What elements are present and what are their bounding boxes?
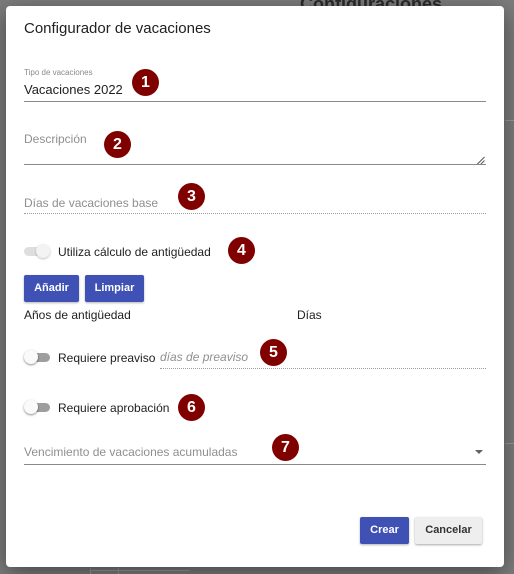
annotation-badge-6: 6 [178, 394, 205, 421]
descripcion-underline [24, 164, 486, 165]
tipo-vacaciones-underline [24, 101, 486, 102]
annotation-badge-2: 2 [104, 131, 131, 158]
cancelar-button[interactable]: Cancelar [415, 517, 482, 544]
aprobacion-toggle-knob [24, 400, 38, 414]
vencimiento-placeholder: Vencimiento de vacaciones acumuladas [24, 445, 238, 459]
vencimiento-underline [24, 464, 486, 465]
backdrop-divider [90, 570, 190, 571]
preaviso-toggle[interactable] [24, 349, 54, 365]
backdrop-divider [118, 568, 119, 574]
dias-vacaciones-base-input[interactable]: Días de vacaciones base [24, 193, 486, 215]
dias-preaviso-input[interactable]: días de preaviso [160, 347, 486, 369]
backdrop-divider [505, 443, 514, 444]
dias-preaviso-placeholder: días de preaviso [160, 350, 249, 364]
annotation-badge-1: 1 [132, 69, 159, 96]
resize-handle-icon[interactable] [476, 152, 485, 165]
antiguedad-label: Utiliza cálculo de antigüedad [58, 245, 211, 259]
tipo-vacaciones-field[interactable]: Tipo de vacaciones Vacaciones 2022 [24, 68, 486, 102]
aprobacion-label: Requiere aprobación [58, 401, 170, 415]
vacation-configurator-dialog: Configurador de vacaciones Tipo de vacac… [6, 6, 504, 567]
column-header-dias: Días [297, 308, 322, 322]
tipo-vacaciones-label: Tipo de vacaciones [24, 68, 93, 77]
backdrop-divider [90, 568, 91, 574]
annotation-badge-4: 4 [228, 237, 255, 264]
tipo-vacaciones-value[interactable]: Vacaciones 2022 [24, 82, 123, 97]
antiguedad-toggle[interactable] [24, 243, 54, 259]
limpiar-button[interactable]: Limpiar [85, 275, 144, 302]
annotation-badge-3: 3 [178, 183, 205, 210]
column-header-anios: Años de antigüedad [24, 308, 131, 322]
caret-down-icon[interactable] [475, 450, 483, 454]
anadir-button[interactable]: Añadir [24, 275, 79, 302]
dias-vacaciones-base-underline [24, 213, 486, 214]
annotation-badge-5: 5 [260, 339, 287, 366]
backdrop-divider [505, 120, 514, 121]
aprobacion-toggle[interactable] [24, 399, 54, 415]
antiguedad-toggle-knob [36, 244, 50, 258]
vencimiento-select[interactable]: Vencimiento de vacaciones acumuladas [24, 442, 486, 465]
annotation-badge-7: 7 [272, 434, 299, 461]
dias-preaviso-underline [160, 368, 486, 369]
dialog-title: Configurador de vacaciones [24, 20, 211, 37]
descripcion-placeholder: Descripción [24, 132, 87, 146]
descripcion-textarea[interactable]: Descripción [24, 130, 486, 165]
crear-button[interactable]: Crear [360, 517, 409, 544]
dias-vacaciones-base-placeholder: Días de vacaciones base [24, 196, 159, 210]
preaviso-toggle-knob [24, 350, 38, 364]
preaviso-label: Requiere preaviso [58, 351, 156, 365]
